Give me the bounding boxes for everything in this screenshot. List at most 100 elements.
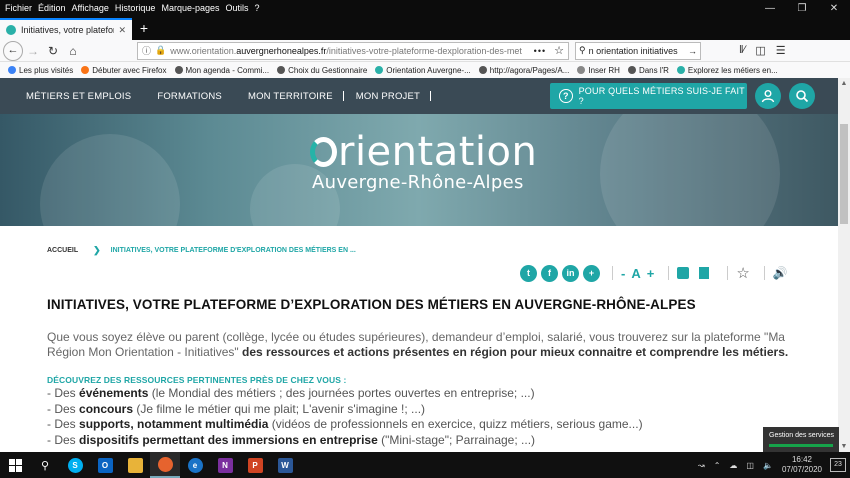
tab-close-icon[interactable]: ✕ <box>118 25 126 36</box>
search-taskbar-button[interactable]: ⚲ <box>30 452 60 478</box>
navigation-bar: ← → ↻ ⌂ ⓘ 🔒 www.orientation.auvergnerhon… <box>0 40 850 62</box>
forward-button[interactable]: → <box>23 44 43 58</box>
nav-mon-territoire[interactable]: MON TERRITOIRE <box>248 91 333 102</box>
bookmark-favicon-icon <box>81 66 90 74</box>
outlook-icon: O <box>97 457 113 473</box>
hamburger-menu-icon[interactable]: ☰ <box>776 44 786 57</box>
bookmark-favicon-icon <box>8 66 16 74</box>
menu-historique[interactable]: Historique <box>115 3 156 13</box>
site-logo[interactable]: rientation Auvergne-Rhône-Alpes <box>310 130 550 193</box>
back-button[interactable]: ← <box>3 40 23 61</box>
page-scrollbar[interactable]: ▲ ▼ <box>838 78 850 452</box>
bookmark-item[interactable]: Les plus visités <box>8 66 73 75</box>
bookmark-star-icon[interactable]: ☆ <box>554 44 564 57</box>
url-bar[interactable]: ⓘ 🔒 www.orientation.auvergnerhonealpes.f… <box>137 41 569 60</box>
service-notification[interactable]: Gestion des services <box>763 427 839 452</box>
search-query[interactable]: n orientation initiatives <box>589 46 688 56</box>
minimize-icon[interactable]: — <box>754 3 786 14</box>
nav-mon-projet[interactable]: MON PROJET <box>356 91 420 102</box>
scroll-up-icon[interactable]: ▲ <box>838 80 850 87</box>
bookmark-item[interactable]: Explorez les métiers en... <box>676 65 778 75</box>
page-actions-icon[interactable]: ••• <box>534 46 546 56</box>
new-tab-icon[interactable]: + <box>132 18 156 40</box>
linkedin-icon[interactable]: in <box>562 264 579 282</box>
sidebar-icon[interactable]: ◫ <box>755 44 765 57</box>
home-icon[interactable]: ⌂ <box>63 44 83 58</box>
bookmark-item[interactable]: Inser RH <box>577 66 620 75</box>
powerpoint-app[interactable]: P <box>240 452 270 478</box>
share-plus-icon[interactable]: + <box>583 264 600 282</box>
favorite-star-icon[interactable]: ☆ <box>736 264 749 282</box>
bookmark-favicon-icon <box>277 66 286 74</box>
browser-tab[interactable]: Initiatives, votre plateforme d'e ✕ <box>0 18 132 40</box>
info-icon[interactable]: ⓘ <box>142 44 151 57</box>
menu-fichier[interactable]: Fichier <box>5 3 32 13</box>
breadcrumb: ACCUEIL ❯ INITIATIVES, VOTRE PLATEFORME … <box>47 245 356 256</box>
nav-formations[interactable]: FORMATIONS <box>157 91 222 102</box>
skype-app[interactable]: S <box>60 452 90 478</box>
restore-icon[interactable]: ❐ <box>786 3 818 14</box>
menu-edition[interactable]: Édition <box>38 3 66 13</box>
bookmark-item[interactable]: http://agora/Pages/A... <box>478 65 570 75</box>
quiz-cta-button[interactable]: ? POUR QUELS MÉTIERS SUIS-JE FAIT ? <box>550 83 747 109</box>
nav-metiers-emplois[interactable]: MÉTIERS ET EMPLOIS <box>26 91 131 102</box>
search-go-icon[interactable]: → <box>688 46 697 56</box>
person-icon[interactable]: ↝ <box>698 461 705 470</box>
twitter-icon[interactable]: t <box>520 264 537 282</box>
cta-label: POUR QUELS MÉTIERS SUIS-JE FAIT ? <box>578 86 745 106</box>
text-size-icon: A <box>631 265 641 281</box>
decrease-text-button[interactable]: - <box>621 266 625 281</box>
bookmark-label: Choix du Gestionnaire <box>288 65 368 75</box>
increase-text-button[interactable]: + <box>647 266 655 281</box>
nav-separator <box>430 91 432 101</box>
search-field[interactable]: ⚲ n orientation initiatives → <box>575 41 701 60</box>
volume-icon[interactable]: 🔈 <box>763 461 773 470</box>
site-search-button[interactable] <box>789 83 815 109</box>
scrollbar-thumb[interactable] <box>840 124 848 224</box>
reload-button[interactable]: ↻ <box>43 44 63 58</box>
library-icon[interactable]: ‖∕ <box>739 44 745 57</box>
url-text[interactable]: www.orientation.auvergnerhonealpes.fr/in… <box>170 46 527 56</box>
start-button[interactable] <box>0 452 30 478</box>
question-icon: ? <box>559 89 573 103</box>
lock-icon[interactable]: 🔒 <box>155 45 166 56</box>
edge-app[interactable]: e <box>180 452 210 478</box>
bookmark-label: Mon agenda - Commi... <box>185 65 270 75</box>
word-app[interactable]: W <box>270 452 300 478</box>
firefox-app[interactable] <box>150 452 180 478</box>
breadcrumb-home[interactable]: ACCUEIL <box>47 247 78 254</box>
bookmark-item[interactable]: Mon agenda - Commi... <box>174 65 270 75</box>
intro-paragraph: Que vous soyez élève ou parent (collège,… <box>47 330 789 359</box>
action-center-button[interactable]: 23 <box>830 458 846 472</box>
user-account-button[interactable] <box>755 83 781 109</box>
bookmark-item[interactable]: Dans l'R <box>627 66 669 75</box>
nav-separator <box>342 91 344 101</box>
cloud-icon[interactable]: ☁ <box>729 461 737 470</box>
bookmark-favicon-icon <box>375 66 384 74</box>
network-icon[interactable]: ◫ <box>746 461 754 470</box>
bookmark-label: Explorez les métiers en... <box>687 65 778 75</box>
clock[interactable]: 16:42 07/07/2020 <box>782 455 822 475</box>
scroll-down-icon[interactable]: ▼ <box>838 443 850 450</box>
chevron-up-icon[interactable]: ⌃ <box>714 461 721 470</box>
bookmarks-bar: Les plus visités Débuter avec Firefox Mon … <box>0 62 850 78</box>
speaker-icon[interactable]: 🔊 <box>773 266 788 280</box>
menu-marque-pages[interactable]: Marque-pages <box>161 3 219 13</box>
bookmark-item[interactable]: Choix du Gestionnaire <box>277 66 367 75</box>
print-icon[interactable] <box>677 267 690 279</box>
tab-title: Initiatives, votre plateforme d'e <box>21 25 114 35</box>
powerpoint-icon: P <box>247 457 263 473</box>
bookmark-label: Inser RH <box>588 65 620 75</box>
outlook-app[interactable]: O <box>90 452 120 478</box>
bookmark-label: http://agora/Pages/A... <box>489 65 570 75</box>
onenote-app[interactable]: N <box>210 452 240 478</box>
menu-help[interactable]: ? <box>255 3 260 13</box>
menu-outils[interactable]: Outils <box>226 3 249 13</box>
pdf-icon[interactable] <box>699 267 710 279</box>
bookmark-item[interactable]: Débuter avec Firefox <box>81 66 167 75</box>
facebook-icon[interactable]: f <box>541 264 558 282</box>
bookmark-item[interactable]: Orientation Auvergne-... <box>375 66 471 75</box>
menu-affichage[interactable]: Affichage <box>72 3 109 13</box>
close-icon[interactable]: ✕ <box>818 3 850 14</box>
explorer-app[interactable] <box>120 452 150 478</box>
